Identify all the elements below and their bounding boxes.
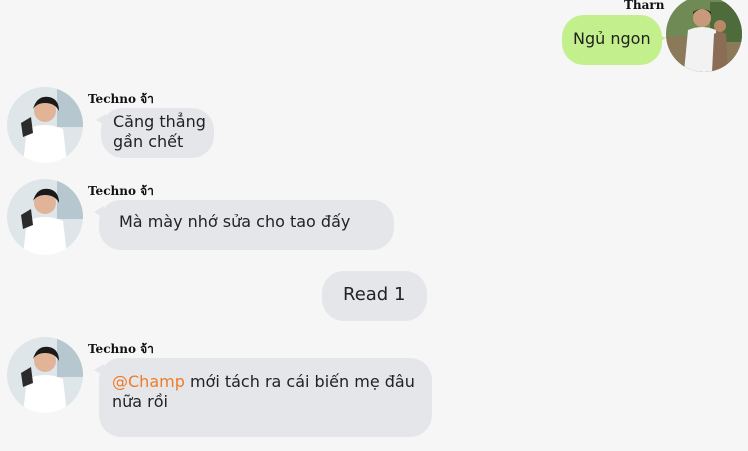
read-receipt-badge: Read 1 — [322, 271, 427, 321]
mention-link[interactable]: @Champ — [112, 372, 185, 391]
message-text-line: @Champ mới tách ra cái biến mẹ đâu — [112, 372, 432, 392]
avatar-techno[interactable] — [7, 87, 83, 163]
message-text-line: Căng thẳng — [113, 112, 206, 131]
avatar-techno-image — [7, 337, 83, 413]
message-text-line: nữa rồi — [112, 392, 168, 411]
avatar-techno-image — [7, 87, 83, 163]
message-text: Ngủ ngon — [573, 29, 651, 48]
message-bubble[interactable]: Căng thẳng gần chết — [101, 108, 214, 158]
avatar-tharn-image — [666, 0, 742, 72]
sender-name-tharn: Tharn — [624, 0, 665, 12]
message-bubble[interactable]: Mà mày nhớ sửa cho tao đấy — [99, 200, 394, 250]
avatar-techno[interactable] — [7, 179, 83, 255]
read-receipt-text: Read 1 — [343, 284, 406, 305]
sender-name-techno: Techno จ้า — [88, 92, 154, 106]
message-bubble[interactable]: @Champ mới tách ra cái biến mẹ đâu nữa r… — [99, 358, 432, 437]
message-bubble-tharn[interactable]: Ngủ ngon — [562, 15, 662, 65]
avatar-tharn[interactable] — [666, 0, 742, 72]
message-text-line: gần chết — [113, 132, 184, 151]
sender-name-techno: Techno จ้า — [88, 184, 154, 198]
avatar-techno-image — [7, 179, 83, 255]
message-text: mới tách ra cái biến mẹ đâu — [184, 372, 415, 391]
sender-name-techno: Techno จ้า — [88, 342, 154, 356]
message-text: Mà mày nhớ sửa cho tao đấy — [119, 212, 351, 231]
avatar-techno[interactable] — [7, 337, 83, 413]
